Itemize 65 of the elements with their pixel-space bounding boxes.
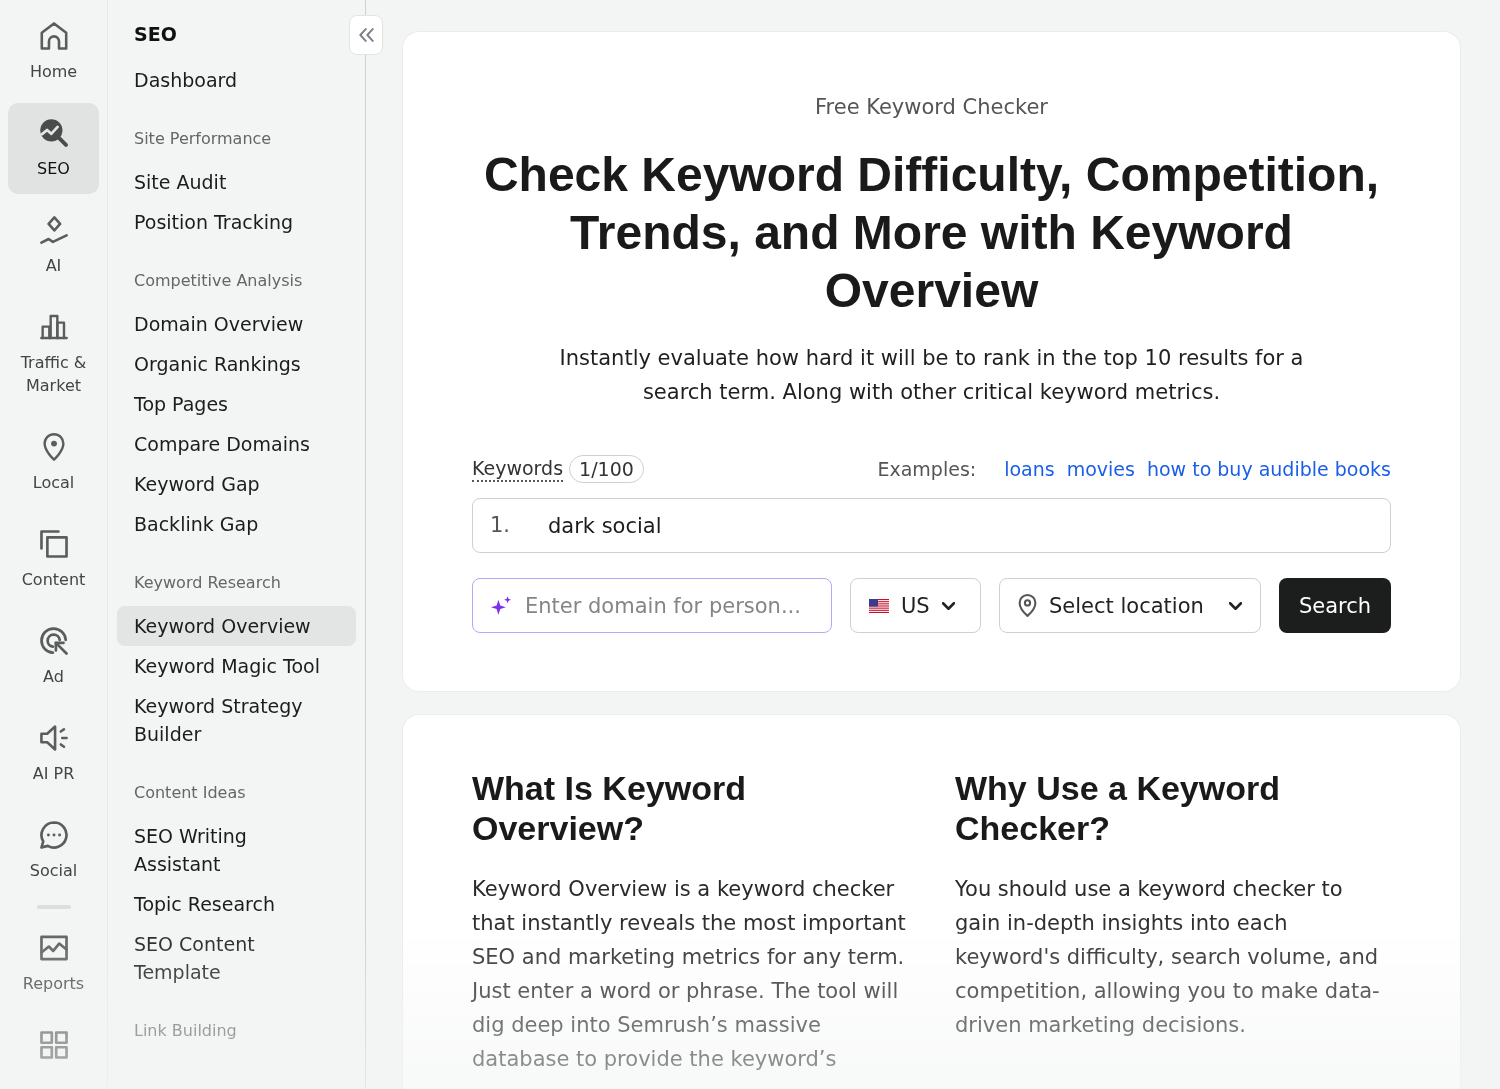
- megaphone-icon: [39, 724, 68, 752]
- chevron-down-icon: [941, 601, 955, 610]
- grid-icon: [39, 1031, 68, 1059]
- line-number: 1.: [490, 512, 511, 539]
- sidebar-nav-item[interactable]: Top Pages: [117, 384, 356, 424]
- home-icon: [39, 22, 68, 50]
- sidebar-nav-item[interactable]: Dashboard: [117, 60, 356, 100]
- location-select[interactable]: Select location: [999, 578, 1261, 633]
- rail-nav-item[interactable]: Ad: [8, 611, 99, 702]
- rail-nav-item[interactable]: Traffic & Market: [8, 297, 99, 411]
- rail-nav-item[interactable]: SEO: [8, 103, 99, 194]
- example-link[interactable]: movies: [1066, 458, 1135, 480]
- sidebar-nav-item[interactable]: Keyword Magic Tool: [117, 646, 356, 686]
- rail-nav-item[interactable]: AI PR: [8, 708, 99, 799]
- example-link[interactable]: loans: [1004, 458, 1055, 480]
- sidebar-nav-item[interactable]: Keyword Overview: [117, 606, 356, 646]
- sidebar-nav-item[interactable]: SEO Writing Assistant: [117, 816, 356, 884]
- rail-nav-item[interactable]: AI: [8, 200, 99, 291]
- sidebar-nav-item[interactable]: Position Tracking: [117, 202, 356, 242]
- sidebar-nav-item[interactable]: Keyword Gap: [117, 464, 356, 504]
- stacked-squares-icon: [39, 530, 68, 558]
- eyebrow-label: Free Keyword Checker: [815, 94, 1048, 121]
- rail-nav-item[interactable]: Content: [8, 514, 99, 605]
- examples-label: Examples:: [877, 458, 977, 480]
- bar-chart-icon: [39, 313, 68, 341]
- sidebar-nav-item[interactable]: SEO Content Template: [117, 924, 356, 992]
- section-heading: What Is Keyword Overview?: [472, 768, 747, 848]
- rail-nav-item[interactable]: Reports: [8, 918, 99, 1009]
- sidebar-nav-item[interactable]: Backlink Gap: [117, 504, 356, 544]
- line-chart-icon: [39, 934, 68, 962]
- rail-nav-item[interactable]: Home: [8, 6, 99, 97]
- sidebar-title: SEO: [133, 22, 178, 47]
- section-heading: Why Use a Keyword Checker?: [955, 768, 1281, 848]
- section-label: Competitive Analysis: [133, 270, 304, 292]
- sidebar-nav-item[interactable]: Organic Rankings: [117, 344, 356, 384]
- chevron-down-icon: [1229, 601, 1242, 610]
- sidebar-nav-item[interactable]: Topic Research: [117, 884, 356, 924]
- page-title: Check Keyword Difficulty, Competition, Trends, and More with Keyword Overview: [482, 147, 1381, 319]
- sidebar-nav-item[interactable]: Site Audit: [117, 162, 356, 202]
- sidebar-nav-item[interactable]: Domain Overview: [117, 304, 356, 344]
- section-label: Site Performance: [133, 128, 273, 150]
- section-label: Link Building: [133, 1020, 238, 1042]
- diamond-zigzag-icon: [39, 216, 68, 244]
- section-label: Content Ideas: [133, 782, 247, 804]
- rail-nav-item[interactable]: Social: [8, 805, 99, 896]
- section-label: Keyword Research: [133, 572, 282, 594]
- collapse-button[interactable]: [349, 15, 383, 55]
- page-subtitle: Instantly evaluate how hard it will be to rank in the top 10 results for a search term. Along with other critical keyword metrics.: [558, 345, 1305, 406]
- sparkle-icon: [491, 596, 511, 615]
- chat-bubble-icon: [39, 821, 68, 849]
- section-paragraph: You should use a keyword checker to gain in-depth insights into each keyword's difficulty, search volume, and competition, allowing you to make data-driven marketing decisions.: [955, 876, 1381, 1039]
- map-pin-icon: [1018, 594, 1037, 617]
- target-cursor-icon: [39, 627, 68, 655]
- double-chevron-left-icon: [358, 28, 374, 42]
- flag-icon: [869, 598, 889, 613]
- magnifier-chart-icon: [39, 119, 68, 147]
- domain-field[interactable]: Enter domain for person...: [472, 578, 832, 633]
- country-select[interactable]: US: [850, 578, 981, 633]
- sidebar-nav-item[interactable]: Keyword Strategy Builder: [117, 686, 356, 754]
- example-link[interactable]: how to buy audible books: [1146, 458, 1391, 480]
- rail-nav-item[interactable]: Local: [8, 417, 99, 508]
- keywords-label: Keywords: [472, 456, 564, 482]
- search-button[interactable]: Search: [1279, 578, 1391, 633]
- section-paragraph: Keyword Overview is a keyword checker that instantly reveals the most important SEO and marketing metrics for any term. Just enter a word or phrase. The tool will dig deep into Semrush’s massive database to provide the keyword’s: [472, 876, 907, 1073]
- sidebar-nav-item[interactable]: Compare Domains: [117, 424, 356, 464]
